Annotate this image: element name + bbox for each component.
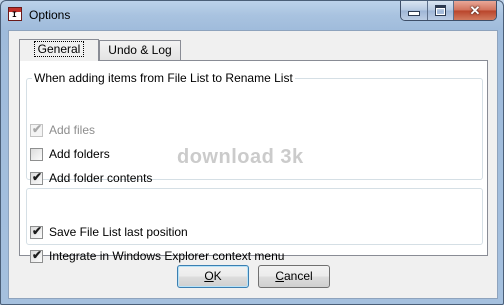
- tab-general[interactable]: General: [19, 39, 99, 61]
- cancel-label-rest: ancel: [283, 269, 313, 283]
- check-icon: ✔: [32, 247, 43, 262]
- checkbox-add-folder-contents-box[interactable]: ✔: [30, 169, 43, 185]
- title-bar[interactable]: I Options ✕: [1, 1, 503, 31]
- options-window: I Options ✕ General Undo & Log When addi…: [0, 0, 504, 305]
- tab-undo-log-label: Undo & Log: [108, 43, 172, 57]
- window-title: Options: [29, 8, 71, 22]
- checkbox-add-folder-contents-label: Add folder contents: [49, 171, 153, 185]
- tab-undo-log[interactable]: Undo & Log: [99, 40, 181, 60]
- minimize-icon: [408, 11, 420, 16]
- check-icon: ✔: [32, 121, 43, 136]
- app-icon[interactable]: I: [8, 7, 22, 21]
- checkbox-add-folder-contents[interactable]: ✔ Add folder contents: [30, 170, 152, 186]
- app-icon-glyph: I: [12, 11, 17, 20]
- checkbox-explorer-integration-label: Integrate in Windows Explorer context me…: [49, 249, 285, 263]
- maximize-icon: [435, 5, 446, 16]
- dialog-client-area: General Undo & Log When adding items fro…: [8, 30, 498, 299]
- download3k-watermark: download 3k: [177, 146, 304, 168]
- checkbox-save-position-label: Save File List last position: [49, 225, 188, 239]
- checkbox-save-position[interactable]: ✔ Save File List last position: [30, 224, 188, 240]
- checkbox-add-folders-box[interactable]: [30, 147, 43, 161]
- checkbox-add-files-label: Add files: [49, 123, 96, 137]
- minimize-button[interactable]: [401, 1, 427, 20]
- ok-button[interactable]: OK: [177, 265, 249, 288]
- checkbox-add-files[interactable]: ✔ Add files: [30, 122, 95, 138]
- checkbox-add-files-box[interactable]: ✔: [30, 121, 43, 137]
- close-button[interactable]: ✕: [453, 1, 496, 20]
- checkbox-save-position-box[interactable]: ✔: [30, 223, 43, 239]
- checkbox-add-folders[interactable]: Add folders: [30, 146, 110, 162]
- ok-label-rest: K: [213, 269, 222, 283]
- tab-general-label: General: [33, 41, 85, 57]
- cancel-mnemonic: C: [275, 269, 284, 283]
- check-icon: ✔: [32, 169, 43, 184]
- check-icon: ✔: [32, 223, 43, 238]
- checkbox-explorer-integration[interactable]: ✔ Integrate in Windows Explorer context …: [30, 248, 284, 264]
- ok-mnemonic: O: [204, 269, 214, 283]
- group-adding-items-title: When adding items from File List to Rena…: [32, 71, 295, 85]
- cancel-button[interactable]: Cancel: [258, 265, 330, 288]
- close-icon: ✕: [469, 2, 481, 18]
- checkbox-explorer-integration-box[interactable]: ✔: [30, 247, 43, 263]
- caption-buttons: ✕: [400, 1, 497, 21]
- tab-panel-general: When adding items from File List to Rena…: [19, 60, 488, 263]
- maximize-button[interactable]: [427, 1, 453, 20]
- checkbox-add-folders-label: Add folders: [49, 147, 110, 161]
